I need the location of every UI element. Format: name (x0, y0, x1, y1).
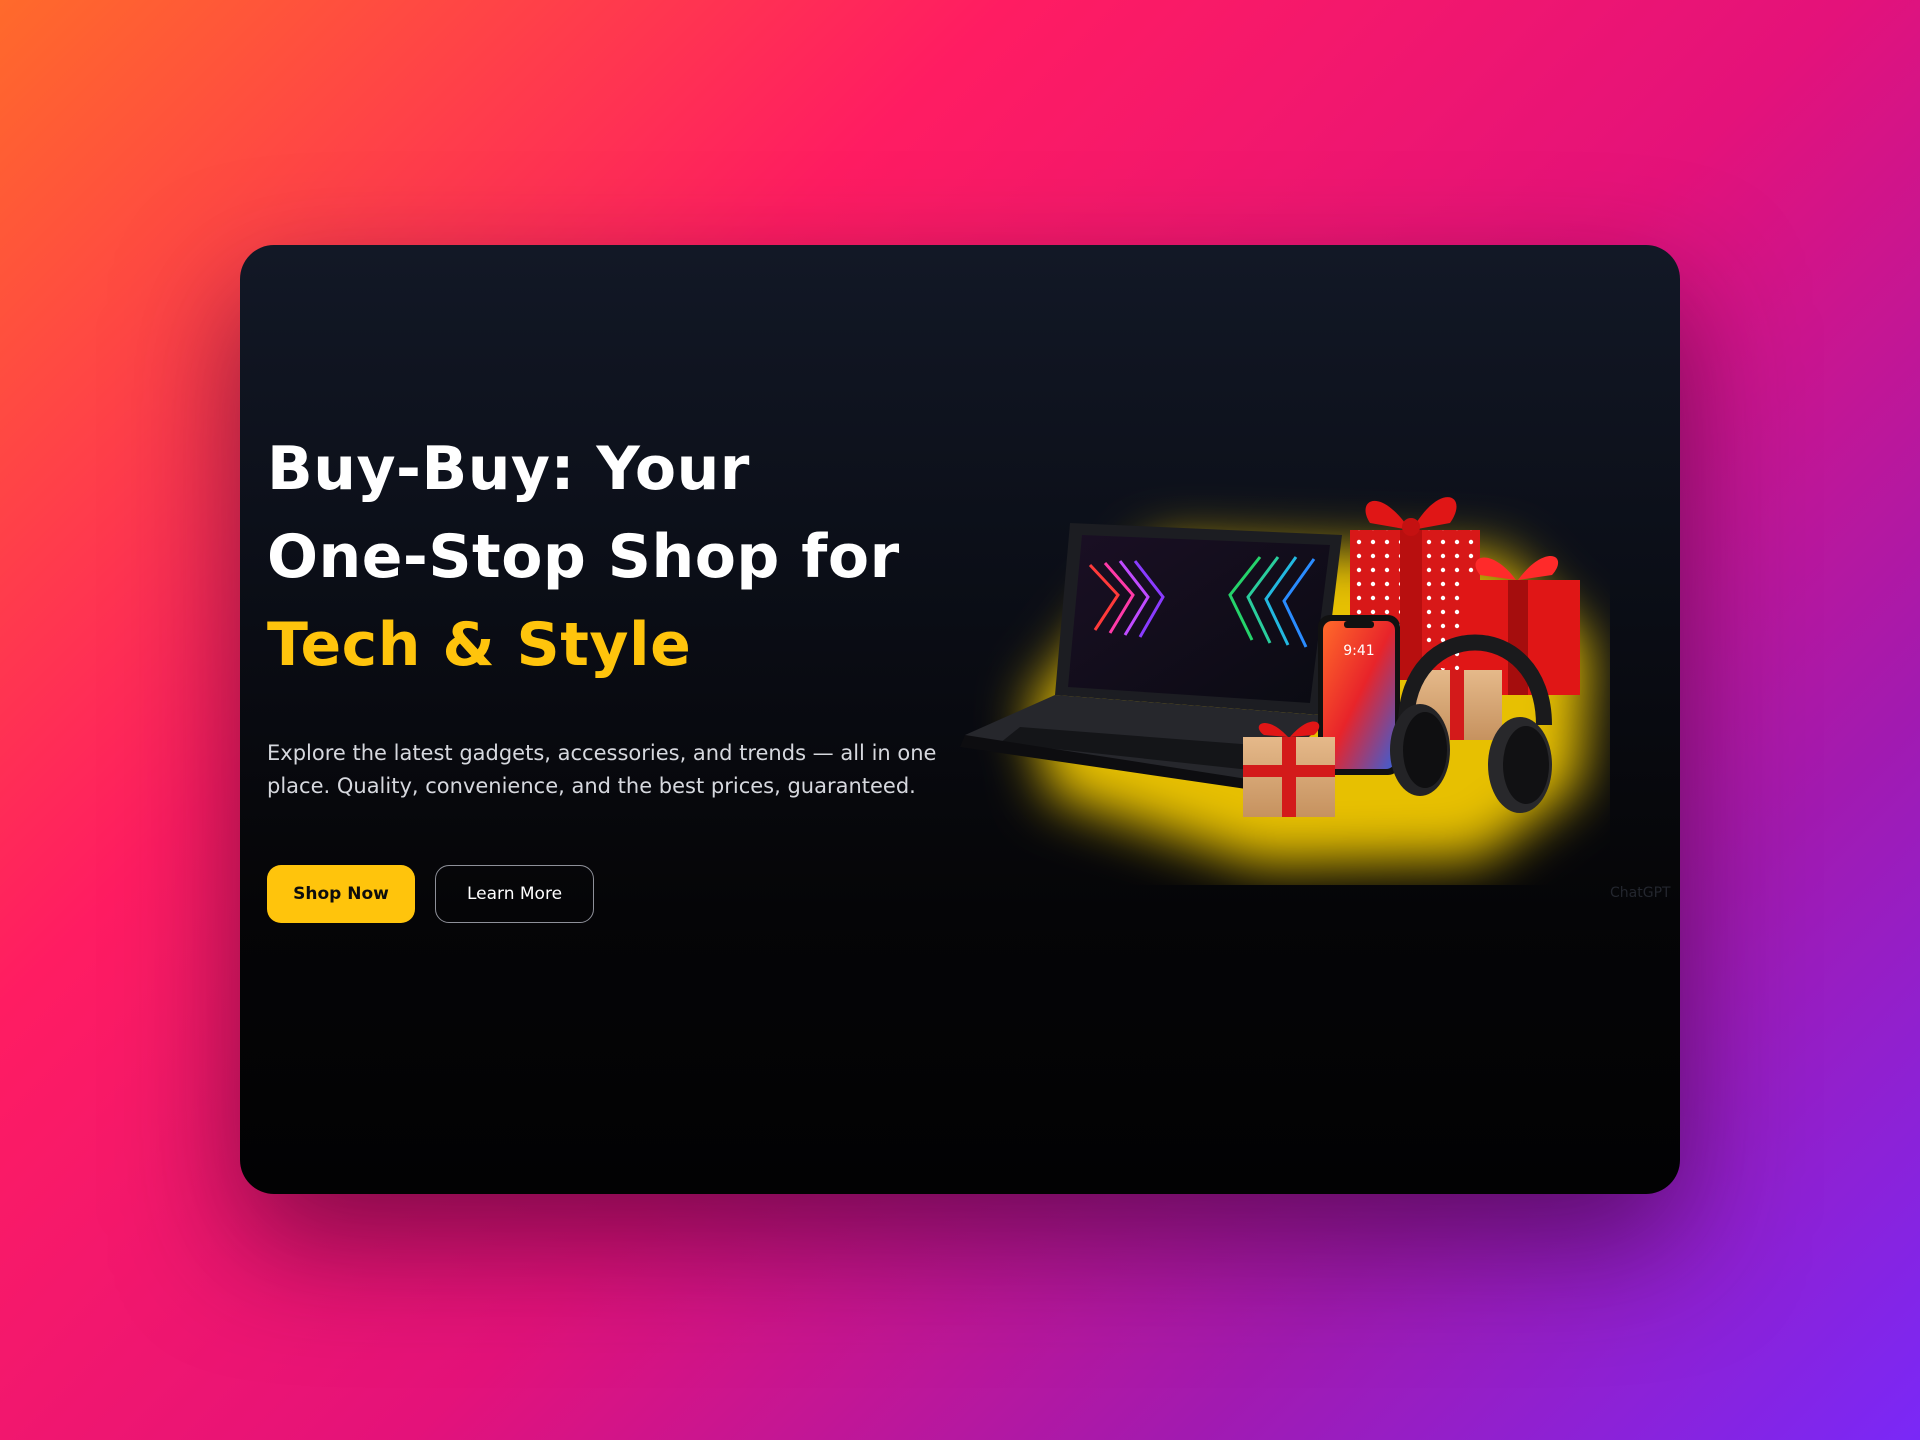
hero-description: Explore the latest gadgets, accessories,… (267, 741, 937, 798)
headline-line-1: Buy-Buy: Your (267, 434, 750, 504)
phone-time: 9:41 (1343, 643, 1374, 659)
hero-text-block: Buy-Buy: Your One-Stop Shop for Tech & S… (267, 425, 947, 803)
hero-product-image: 9:41 (960, 497, 1590, 865)
cta-buttons: Shop Now Learn More (267, 865, 594, 923)
watermark-text: ChatGPT (1610, 885, 1671, 901)
learn-more-button[interactable]: Learn More (435, 865, 594, 923)
hero-headline: Buy-Buy: Your One-Stop Shop for Tech & S… (267, 425, 947, 689)
headline-accent: Tech & Style (267, 610, 692, 680)
shop-now-button[interactable]: Shop Now (267, 865, 415, 923)
headline-line-2: One-Stop Shop for (267, 522, 900, 592)
hero-card: Buy-Buy: Your One-Stop Shop for Tech & S… (240, 245, 1680, 1194)
